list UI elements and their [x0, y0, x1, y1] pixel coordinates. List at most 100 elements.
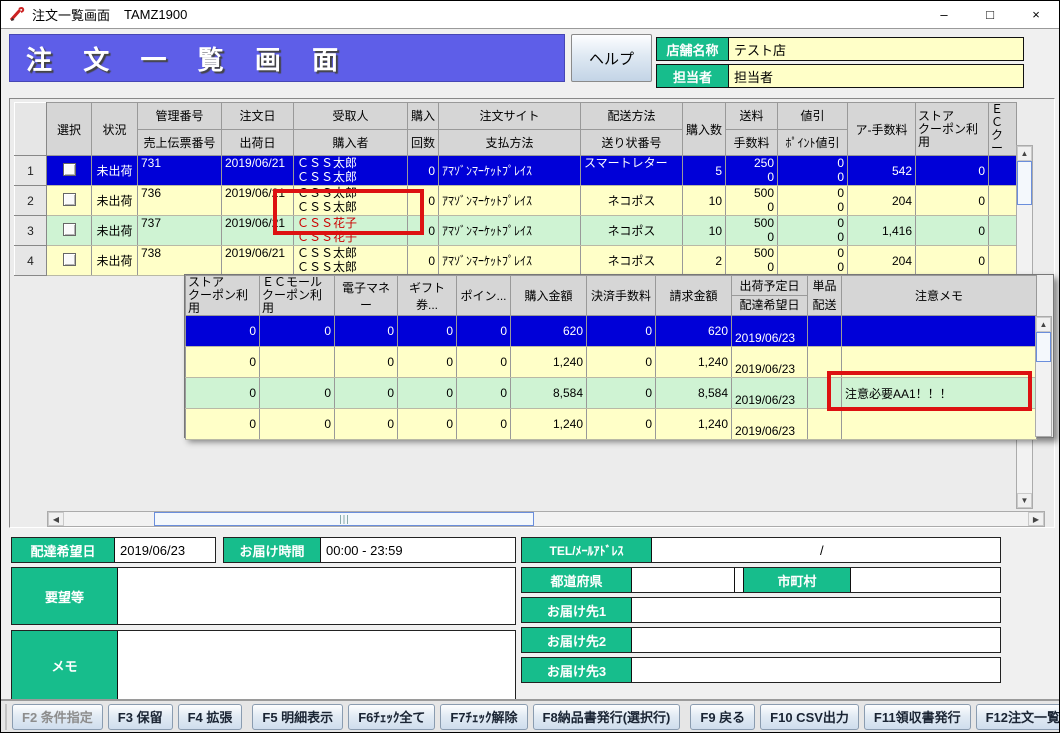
buyer-cell: ＣＳＳ太郎	[297, 260, 404, 274]
horizontal-scrollbar[interactable]: ◀ ▶	[47, 511, 1045, 527]
scroll-down-icon[interactable]: ▼	[1017, 493, 1032, 508]
discount-cell: 0	[781, 156, 844, 170]
f8-invoice-button[interactable]: F8納品書発行(選択行)	[533, 704, 681, 730]
f12-order-list-button[interactable]: F12注文一覧発行	[976, 704, 1060, 730]
detail-vertical-scrollbar[interactable]: ▲	[1035, 316, 1052, 437]
f10-csv-button[interactable]: F10 CSV出力	[760, 704, 859, 730]
f3-hold-button[interactable]: F3 保留	[108, 704, 173, 730]
row-number[interactable]: 1	[15, 156, 47, 186]
single-delivery-cell	[808, 316, 842, 347]
store-name-label: 店舗名称	[657, 38, 729, 60]
row-number[interactable]: 4	[15, 246, 47, 276]
ec-mall-coupon-use-cell: 0	[260, 316, 335, 347]
memo-field[interactable]	[118, 631, 515, 699]
row-checkbox[interactable]	[63, 223, 76, 236]
scrollbar-thumb[interactable]	[1017, 161, 1032, 205]
f4-extend-button[interactable]: F4 拡張	[178, 704, 243, 730]
delivery-date-field[interactable]: 2019/06/23	[115, 538, 215, 562]
header-purchase-amount: 購入金額	[511, 276, 587, 316]
row-checkbox[interactable]	[63, 193, 76, 206]
row-number[interactable]: 2	[15, 186, 47, 216]
delivery-date-label: 配達希望日	[12, 538, 115, 562]
purchase-amount-cell: 8,584	[511, 378, 587, 409]
delivery-date-cell: 2019/06/23	[735, 362, 804, 377]
minimize-button[interactable]: –	[921, 1, 967, 28]
scroll-up-icon[interactable]: ▲	[1036, 317, 1051, 332]
emoney-cell: 0	[335, 316, 398, 347]
table-row[interactable]: 0 0 0 0 0 620 0 620 2019/06/23	[186, 316, 1037, 347]
select-cell[interactable]	[47, 186, 92, 216]
header-buyer: 購入者	[294, 129, 408, 156]
header-store-coupon: ストア クーポン利用	[916, 103, 989, 156]
order-site-cell: ｱﾏｿﾞﾝﾏｰｹｯﾄﾌﾟﾚｲｽ	[439, 156, 581, 186]
staff-field[interactable]: 担当者	[729, 65, 1023, 87]
point-cell: 0	[457, 409, 511, 440]
scrollbar-thumb[interactable]	[1036, 332, 1051, 362]
scroll-up-icon[interactable]: ▲	[1017, 146, 1032, 161]
window-title: 注文一覧画面	[32, 5, 110, 24]
f5-detail-button[interactable]: F5 明細表示	[252, 704, 343, 730]
address2-field[interactable]	[632, 628, 1000, 652]
header-select: 選択	[47, 103, 92, 156]
delivery-time-field[interactable]: 00:00 - 23:59	[321, 538, 515, 562]
header-ec-mall-coupon-use: ＥＣモール クーポン利用	[260, 276, 335, 316]
f7-uncheck-button[interactable]: F7ﾁｪｯｸ解除	[440, 704, 527, 730]
request-field[interactable]	[118, 568, 515, 624]
ec-mall-coupon-use-cell	[260, 347, 335, 378]
delivery-date-cell: 2019/06/23	[735, 424, 804, 439]
tel-mail-field[interactable]: /	[652, 538, 1000, 562]
row-checkbox[interactable]	[63, 163, 76, 176]
address3-row: お届け先3	[521, 657, 1001, 683]
scroll-left-icon[interactable]: ◀	[48, 512, 64, 526]
table-row[interactable]: 2 未出荷 736 2019/06/21 ＣＳＳ太郎ＣＳＳ太郎 0 ｱﾏｿﾞﾝﾏ…	[15, 186, 1017, 216]
a-fee-cell: 204	[848, 246, 916, 276]
app-icon	[9, 7, 25, 23]
purchase-times-cell: 0	[408, 246, 439, 276]
tel-mail-row: TEL/ﾒｰﾙｱﾄﾞﾚｽ /	[521, 537, 1001, 563]
city-field[interactable]	[851, 568, 1000, 592]
qty-cell: 10	[683, 186, 726, 216]
purchase-times-cell: 0	[408, 156, 439, 186]
store-coupon-use-cell: 0	[186, 316, 260, 347]
scroll-right-icon[interactable]: ▶	[1028, 512, 1044, 526]
postage-cell: 500	[729, 216, 774, 230]
table-row[interactable]: 1 未出荷 731 2019/06/21 ＣＳＳ太郎ＣＳＳ太郎 0 ｱﾏｿﾞﾝﾏ…	[15, 156, 1017, 186]
fbar-spacer	[5, 704, 7, 730]
select-cell[interactable]	[47, 216, 92, 246]
store-coupon-use-cell: 0	[186, 378, 260, 409]
order-site-cell: ｱﾏｿﾞﾝﾏｰｹｯﾄﾌﾟﾚｲｽ	[439, 246, 581, 276]
qty-cell: 10	[683, 216, 726, 246]
fee-cell: 0	[729, 230, 774, 244]
close-button[interactable]: ×	[1013, 1, 1059, 28]
postage-cell: 500	[729, 246, 774, 260]
corner-header	[15, 103, 47, 156]
row-number[interactable]: 3	[15, 216, 47, 246]
table-row[interactable]: 4 未出荷 738 2019/06/21 ＣＳＳ太郎ＣＳＳ太郎 0 ｱﾏｿﾞﾝﾏ…	[15, 246, 1017, 276]
row-checkbox[interactable]	[63, 253, 76, 266]
mgmt-no-cell: 738	[141, 246, 218, 260]
f9-back-button[interactable]: F9 戻る	[690, 704, 755, 730]
address3-field[interactable]	[632, 658, 1000, 682]
table-row[interactable]: 3 未出荷 737 2019/06/21 ＣＳＳ花子ＣＳＳ花子 0 ｱﾏｿﾞﾝﾏ…	[15, 216, 1017, 246]
help-button[interactable]: ヘルプ	[571, 34, 652, 82]
scrollbar-track	[1036, 362, 1051, 436]
store-name-field[interactable]: テスト店	[729, 38, 1023, 60]
discount-cell: 0	[781, 186, 844, 200]
scrollbar-thumb[interactable]	[154, 512, 534, 526]
header-point: ポイン...	[457, 276, 511, 316]
table-row[interactable]: 0 0 0 0 0 1,240 0 1,240 2019/06/23	[186, 409, 1037, 440]
f11-receipt-button[interactable]: F11領収書発行	[864, 704, 971, 730]
address1-field[interactable]	[632, 598, 1000, 622]
select-cell[interactable]	[47, 156, 92, 186]
ec-coupon-cell	[989, 246, 1017, 276]
recipient-cell: ＣＳＳ太郎	[297, 246, 404, 260]
caution-memo-cell	[842, 316, 1037, 347]
select-cell[interactable]	[47, 246, 92, 276]
status-cell: 未出荷	[92, 186, 138, 216]
maximize-button[interactable]: □	[967, 1, 1013, 28]
f6-check-all-button[interactable]: F6ﾁｪｯｸ全て	[348, 704, 435, 730]
purchase-amount-cell: 1,240	[511, 347, 587, 378]
prefecture-field[interactable]	[632, 568, 735, 592]
a-fee-cell: 542	[848, 156, 916, 186]
point-cell: 0	[457, 347, 511, 378]
